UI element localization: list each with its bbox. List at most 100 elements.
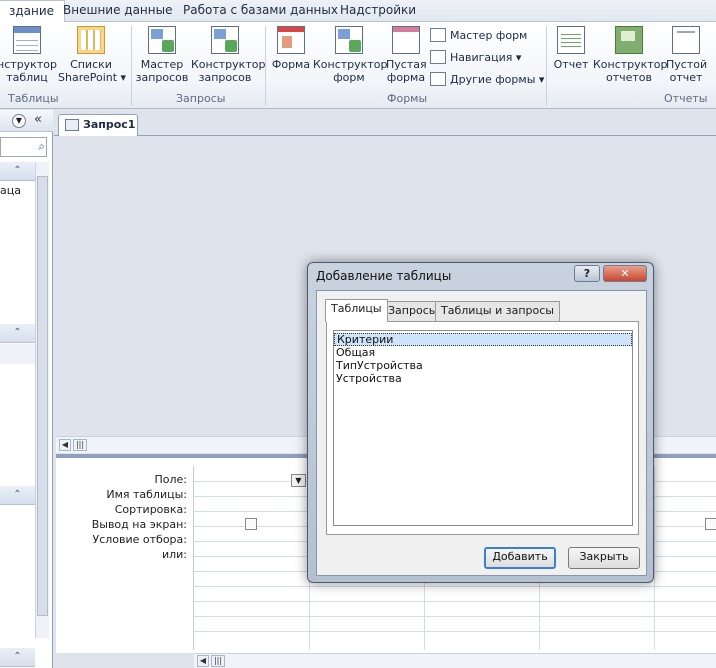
group-separator xyxy=(131,26,132,106)
form-design-icon xyxy=(335,26,363,54)
help-button[interactable]: ? xyxy=(574,265,600,282)
list-item[interactable]: Критерии xyxy=(334,333,632,346)
sharepoint-label-1: Списки xyxy=(70,58,112,71)
group-label-queries: Запросы xyxy=(176,92,226,105)
ribbon-tab-bar: здание Внешние данные Работа с базами да… xyxy=(0,0,716,23)
nav-pane-header: ▼ « xyxy=(0,110,53,132)
blank-form-icon xyxy=(392,26,420,54)
row-label-show: Вывод на экран: xyxy=(91,518,187,531)
navigation-label: Навигация ▾ xyxy=(450,50,522,64)
row-label-criteria: Условие отбора: xyxy=(92,533,188,546)
row-label-or: или: xyxy=(161,548,187,561)
tab-tables[interactable]: Таблицы xyxy=(325,299,388,322)
tab-database-tools[interactable]: Работа с базами данных xyxy=(173,0,348,22)
query-icon xyxy=(65,119,79,131)
sharepoint-lists-button[interactable]: Списки SharePoint ▾ xyxy=(58,26,126,84)
query-design-label-1: Конструктор xyxy=(191,58,266,71)
grid-row-line xyxy=(194,616,716,617)
tab-external-data[interactable]: Внешние данные xyxy=(53,0,182,22)
list-item[interactable]: Общая xyxy=(334,346,632,359)
query-wizard-label-1: Мастер xyxy=(140,58,184,71)
report-button[interactable]: Отчет xyxy=(552,26,590,71)
nav-section-header[interactable]: ⌃ xyxy=(0,486,35,505)
form-design-button[interactable]: Конструктор форм xyxy=(313,26,388,84)
group-label-reports: Отчеты xyxy=(664,92,708,105)
blank-report-button[interactable]: Пустой отчет xyxy=(666,26,708,84)
group-separator xyxy=(546,26,547,106)
scroll-left-icon[interactable]: ◀ xyxy=(197,655,209,667)
table-design-button[interactable]: нструктор таблиц xyxy=(0,26,58,84)
blank-report-label-1: Пустой xyxy=(666,58,708,71)
tab-panel: Критерии Общая ТипУстройства Устройства xyxy=(326,321,639,535)
row-label-table-name: Имя таблицы: xyxy=(106,488,187,501)
report-design-label-1: Конструктор xyxy=(593,58,668,71)
report-design-label-2: отчетов xyxy=(605,71,653,84)
scroll-left-icon[interactable]: ◀ xyxy=(59,439,71,451)
tab-addins[interactable]: Надстройки xyxy=(330,0,426,22)
scrollbar-thumb[interactable]: ||| xyxy=(73,439,87,451)
nav-section-header[interactable]: ⌃ xyxy=(0,648,35,667)
query-wizard-label-2: запросов xyxy=(135,71,189,84)
form-label-1: Форма xyxy=(271,58,311,71)
nav-section-header[interactable]: ⌃ xyxy=(0,162,35,181)
nav-scrollbar-thumb[interactable] xyxy=(37,176,48,616)
nav-search-input[interactable]: ⌕ xyxy=(0,137,47,157)
dialog-title: Добавление таблицы xyxy=(316,269,452,283)
document-tab-bar: Запрос1 xyxy=(54,110,716,136)
more-forms-button[interactable]: Другие формы ▾ xyxy=(430,72,544,86)
form-button[interactable]: Форма xyxy=(270,26,312,71)
form-icon xyxy=(277,26,305,54)
query-wizard-button[interactable]: Мастер запросов xyxy=(135,26,189,84)
navigation-button[interactable]: Навигация ▾ xyxy=(430,50,521,64)
lower-horizontal-scrollbar[interactable]: ◀ ||| xyxy=(194,653,716,668)
scrollbar-thumb[interactable]: ||| xyxy=(211,655,225,667)
grid-row-line xyxy=(194,586,716,587)
navigation-pane: ▼ « ⌕ ⌃ аца ⌃ ⌃ ⌃ xyxy=(0,110,53,668)
table-list[interactable]: Критерии Общая ТипУстройства Устройства xyxy=(333,330,633,526)
field-dropdown-arrow-icon[interactable]: ▼ xyxy=(291,474,306,487)
blank-form-button[interactable]: Пустая форма xyxy=(386,26,427,84)
query-design-button[interactable]: Конструктор запросов xyxy=(191,26,266,84)
dialog-close-icon[interactable]: ✕ xyxy=(603,265,647,282)
list-item[interactable]: Устройства xyxy=(334,372,632,385)
more-forms-label: Другие формы ▾ xyxy=(450,72,545,86)
tab-query1[interactable]: Запрос1 xyxy=(58,114,138,136)
show-checkbox[interactable] xyxy=(705,518,716,530)
nav-group-divider xyxy=(0,344,35,364)
close-button[interactable]: Закрыть xyxy=(568,547,640,569)
report-design-button[interactable]: Конструктор отчетов xyxy=(593,26,668,84)
add-button[interactable]: Добавить xyxy=(484,547,556,569)
tab-tables-and-queries[interactable]: Таблицы и запросы xyxy=(435,301,560,321)
tab-query1-label: Запрос1 xyxy=(83,118,136,131)
group-label-tables: Таблицы xyxy=(8,92,59,105)
form-design-label-1: Конструктор xyxy=(313,58,388,71)
blank-form-label-2: форма xyxy=(386,71,426,84)
grid-row-line xyxy=(194,631,716,632)
search-icon[interactable]: ⌕ xyxy=(38,139,45,154)
nav-menu-chevron-icon[interactable]: ▼ xyxy=(12,114,26,128)
more-forms-icon xyxy=(430,72,446,86)
show-checkbox[interactable] xyxy=(245,518,257,530)
grid-column-line xyxy=(654,466,655,650)
report-icon xyxy=(557,26,585,54)
blank-report-icon xyxy=(672,26,700,54)
navigation-icon xyxy=(430,50,446,64)
query-design-icon xyxy=(211,26,239,54)
nav-section-header[interactable]: ⌃ xyxy=(0,324,35,343)
form-wizard-button[interactable]: Мастер форм xyxy=(430,28,527,42)
nav-scrollbar[interactable] xyxy=(35,162,49,638)
query-design-label-2: запросов xyxy=(198,71,252,84)
ribbon: нструктор таблиц Списки SharePoint ▾ Таб… xyxy=(0,22,716,109)
table-design-label-2: таблиц xyxy=(6,71,48,84)
group-separator xyxy=(265,26,266,106)
nav-item[interactable]: аца xyxy=(0,184,21,197)
row-label-sort: Сортировка: xyxy=(114,503,187,516)
row-label-field: Поле: xyxy=(154,473,187,486)
sharepoint-list-icon xyxy=(77,26,105,54)
list-item[interactable]: ТипУстройства xyxy=(334,359,632,372)
report-label-1: Отчет xyxy=(553,58,589,71)
blank-form-label-1: Пустая xyxy=(386,58,427,71)
add-table-dialog: Добавление таблицы ? ✕ Таблицы Запросы Т… xyxy=(307,262,654,583)
nav-collapse-icon[interactable]: « xyxy=(34,112,42,127)
form-wizard-label: Мастер форм xyxy=(450,28,528,42)
